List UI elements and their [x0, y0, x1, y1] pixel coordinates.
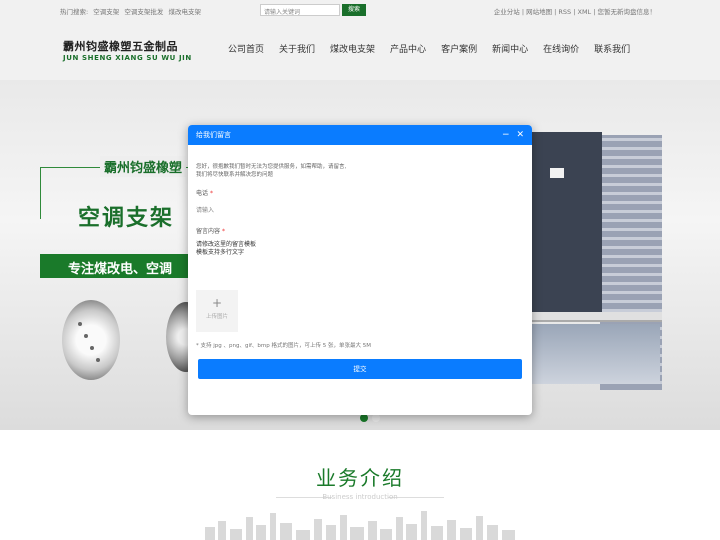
bracket-shelf-image	[532, 312, 662, 322]
required-mark: *	[221, 228, 225, 235]
banner-title: 空调支架	[78, 206, 175, 231]
nav-item-products[interactable]: 产品中心	[390, 42, 426, 55]
content-label-text: 留言内容	[196, 228, 221, 235]
hot-search: 热门搜索: 空调支架 空调支架批发 煤改电支架	[60, 6, 204, 16]
content-label: 留言内容 *	[196, 226, 225, 235]
upload-tip: * 支持 jpg 、png、gif、bmp 格式的图片，可上传 5 张，单张最大…	[196, 343, 372, 349]
nav-item-news[interactable]: 新闻中心	[492, 42, 528, 55]
search-input[interactable]: 请输入关键词	[260, 4, 340, 16]
section-title: 业务介绍	[316, 466, 404, 490]
city-skyline-image	[205, 511, 515, 540]
nav-item-cases[interactable]: 客户案例	[441, 42, 477, 55]
minimize-icon[interactable]: −	[502, 130, 510, 140]
hot-term-link[interactable]: 煤改电支架	[168, 8, 201, 16]
phone-label: 电话 *	[196, 188, 213, 197]
close-icon[interactable]: ✕	[516, 130, 524, 140]
plus-icon: +	[211, 296, 223, 310]
intro-line: 您好，很抱歉我们暂时无法为您提供服务，如需帮助，请留言,	[196, 164, 347, 170]
upload-image-button[interactable]: + 上传图片	[196, 290, 238, 332]
required-mark: *	[209, 190, 213, 197]
dialog-intro: 您好，很抱歉我们暂时无法为您提供服务，如需帮助，请留言, 我们将尽快联系并解决您…	[196, 163, 346, 179]
hot-term-link[interactable]: 空调支架批发	[124, 8, 163, 16]
nav-item-about[interactable]: 关于我们	[279, 42, 315, 55]
top-bar: 热门搜索: 空调支架 空调支架批发 煤改电支架 请输入关键词 搜索 企业分站 |…	[0, 0, 720, 20]
textarea-line: 请修改这里的留言模板	[196, 241, 257, 248]
carousel-dot[interactable]	[372, 414, 380, 422]
main-nav: 公司首页 关于我们 煤改电支架 产品中心 客户案例 新闻中心 在线询价 联系我们	[228, 42, 645, 55]
nav-item-coal-bracket[interactable]: 煤改电支架	[330, 42, 375, 55]
ac-unit-image	[532, 132, 602, 312]
nav-item-home[interactable]: 公司首页	[228, 42, 264, 55]
banner-slogan: 专注煤改电、空调	[68, 262, 173, 277]
phone-input[interactable]: 请输入	[196, 205, 522, 214]
carousel-dot-active[interactable]	[360, 414, 368, 422]
nav-item-contact[interactable]: 联系我们	[594, 42, 630, 55]
message-textarea[interactable]: 请修改这里的留言模板 模板支持多行文字	[196, 241, 522, 281]
window-image	[532, 324, 660, 384]
search-button[interactable]: 搜索	[342, 4, 366, 16]
upload-label: 上传图片	[205, 314, 228, 320]
dialog-header: 给我们留言 − ✕	[188, 125, 532, 145]
nav-item-inquiry[interactable]: 在线询价	[543, 42, 579, 55]
logo-subtitle: JUN SHENG XIANG SU WU JIN	[63, 54, 192, 62]
dialog-title: 给我们留言	[196, 131, 231, 139]
section-subtitle: Business introduction	[322, 493, 398, 501]
hot-term-link[interactable]: 空调支架	[93, 8, 119, 16]
message-dialog: 给我们留言 − ✕ 您好，很抱歉我们暂时无法为您提供服务，如需帮助，请留言, 我…	[188, 125, 532, 415]
logo-title[interactable]: 霸州钧盛橡塑五金制品	[63, 38, 178, 54]
banner-company: 霸州钧盛橡塑	[100, 156, 187, 177]
phone-label-text: 电话	[196, 190, 209, 197]
top-links[interactable]: 企业分站 | 网站地图 | RSS | XML | 您暂无新询盘信息！	[494, 6, 656, 16]
carousel-dots	[360, 414, 384, 422]
hot-search-label: 热门搜索:	[60, 8, 89, 16]
textarea-line: 模板支持多行文字	[196, 249, 245, 256]
submit-button[interactable]: 提交	[198, 359, 522, 379]
intro-line: 我们将尽快联系并解决您的问题	[196, 172, 274, 178]
bracket-image	[62, 300, 120, 380]
site-header: 霸州钧盛橡塑五金制品 JUN SHENG XIANG SU WU JIN 公司首…	[0, 20, 720, 80]
